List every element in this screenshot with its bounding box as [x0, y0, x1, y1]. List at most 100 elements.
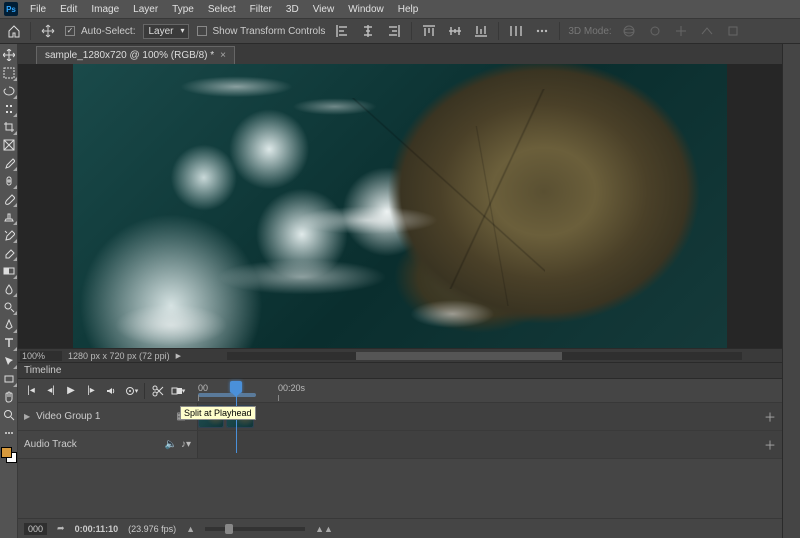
timecode[interactable]: 0:00:11:10	[75, 524, 119, 534]
audio-track-lane[interactable]: ＋	[198, 431, 782, 458]
document-image	[73, 64, 727, 348]
3d-mode-label: 3D Mode:	[568, 26, 611, 37]
menu-help[interactable]: Help	[392, 2, 425, 17]
menu-file[interactable]: File	[24, 2, 52, 17]
audio-track-header[interactable]: Audio Track 🔈 ♪▾	[18, 431, 198, 458]
timeline-settings-icon[interactable]: ▾	[122, 382, 140, 400]
brush-tool-icon[interactable]	[0, 190, 18, 208]
menu-select[interactable]: Select	[202, 2, 242, 17]
marquee-tool-icon[interactable]	[0, 64, 18, 82]
menu-filter[interactable]: Filter	[244, 2, 278, 17]
foreground-color-swatch[interactable]	[1, 447, 12, 458]
ruler-tick-1: 00:20s	[278, 383, 305, 393]
status-bar: 100% 1280 px x 720 px (72 ppi) ▶	[18, 348, 782, 362]
doc-info-caret-icon[interactable]: ▶	[176, 352, 181, 360]
document-tab[interactable]: sample_1280x720 @ 100% (RGB/8) * ×	[36, 46, 235, 64]
frame-counter[interactable]: 000	[24, 523, 47, 535]
menu-window[interactable]: Window	[342, 2, 390, 17]
align-hcenter-icon[interactable]	[359, 22, 377, 40]
gradient-tool-icon[interactable]	[0, 262, 18, 280]
menu-bar: Ps File Edit Image Layer Type Select Fil…	[0, 0, 800, 18]
blur-tool-icon[interactable]	[0, 280, 18, 298]
zoom-tool-icon[interactable]	[0, 406, 18, 424]
viewport[interactable]	[18, 64, 782, 348]
clone-stamp-tool-icon[interactable]	[0, 208, 18, 226]
type-tool-icon[interactable]	[0, 334, 18, 352]
menu-image[interactable]: Image	[85, 2, 125, 17]
distribute-h-icon[interactable]	[507, 22, 525, 40]
close-tab-icon[interactable]: ×	[220, 50, 226, 61]
path-selection-tool-icon[interactable]	[0, 352, 18, 370]
auto-select-label: Auto-Select:	[81, 26, 135, 37]
timeline-controls: |◂ ◂| ▶ |▸ ▾ ▾ 00 00:20s Split at Playhe…	[18, 379, 782, 403]
chevron-right-icon[interactable]: ▶	[24, 412, 30, 421]
align-left-edges-icon[interactable]	[333, 22, 351, 40]
tooltip: Split at Playhead	[180, 406, 256, 420]
align-top-edges-icon[interactable]	[420, 22, 438, 40]
add-media-icon[interactable]: ＋	[764, 408, 776, 425]
mute-audio-icon[interactable]	[102, 382, 120, 400]
menu-3d[interactable]: 3D	[280, 2, 305, 17]
timeline-tracks: ▶ Video Group 1 ▦▾ ＋ Audio Track 🔈 ♪▾	[18, 403, 782, 518]
auto-select-checkbox[interactable]	[65, 26, 75, 36]
render-icon[interactable]: ➦	[57, 523, 65, 534]
track-speaker-icon[interactable]: 🔈	[165, 439, 177, 450]
more-options-icon[interactable]	[533, 22, 551, 40]
align-bottom-edges-icon[interactable]	[472, 22, 490, 40]
canvas-area: 100% 1280 px x 720 px (72 ppi) ▶	[18, 44, 782, 362]
menu-edit[interactable]: Edit	[54, 2, 83, 17]
move-tool-indicator-icon[interactable]	[39, 22, 57, 40]
playhead-marker-icon[interactable]	[230, 381, 242, 393]
go-to-prev-frame-icon[interactable]: ◂|	[42, 382, 60, 400]
align-vcenter-icon[interactable]	[446, 22, 464, 40]
move-tool-icon[interactable]	[0, 46, 18, 64]
video-track-lane[interactable]: ＋	[198, 403, 782, 430]
playhead-line	[236, 393, 237, 453]
healing-brush-tool-icon[interactable]	[0, 172, 18, 190]
lasso-tool-icon[interactable]	[0, 82, 18, 100]
work-area-bar[interactable]	[198, 393, 256, 397]
options-bar: Auto-Select: Layer Show Transform Contro…	[0, 18, 800, 44]
transition-icon[interactable]: ▾	[169, 382, 187, 400]
menu-layer[interactable]: Layer	[127, 2, 164, 17]
play-icon[interactable]: ▶	[62, 382, 80, 400]
go-to-first-frame-icon[interactable]: |◂	[22, 382, 40, 400]
go-to-next-frame-icon[interactable]: |▸	[82, 382, 100, 400]
color-swatches[interactable]	[0, 446, 18, 464]
show-transform-group: Show Transform Controls	[197, 26, 326, 37]
eraser-tool-icon[interactable]	[0, 244, 18, 262]
video-group-label: Video Group 1	[36, 411, 100, 422]
h-scroll-thumb[interactable]	[356, 352, 562, 360]
timeline-zoom-slider[interactable]	[205, 527, 305, 531]
edit-toolbar-icon[interactable]	[0, 424, 18, 442]
right-panel-dock[interactable]	[782, 44, 800, 538]
menu-view[interactable]: View	[307, 2, 341, 17]
history-brush-tool-icon[interactable]	[0, 226, 18, 244]
split-at-playhead-icon[interactable]	[149, 382, 167, 400]
zoom-in-icon[interactable]: ▲▲	[315, 524, 333, 534]
fps-label: (23.976 fps)	[128, 524, 176, 534]
track-note-icon[interactable]: ♪▾	[181, 439, 191, 450]
video-group-header[interactable]: ▶ Video Group 1 ▦▾	[18, 403, 198, 430]
dodge-tool-icon[interactable]	[0, 298, 18, 316]
quick-selection-tool-icon[interactable]	[0, 100, 18, 118]
align-right-edges-icon[interactable]	[385, 22, 403, 40]
zoom-out-icon[interactable]: ▲	[186, 524, 195, 534]
zoom-field[interactable]: 100%	[20, 351, 62, 361]
add-audio-icon[interactable]: ＋	[764, 436, 776, 453]
crop-tool-icon[interactable]	[0, 118, 18, 136]
home-icon[interactable]	[6, 23, 22, 39]
frame-tool-icon[interactable]	[0, 136, 18, 154]
timeline-header: Timeline	[18, 363, 782, 379]
pen-tool-icon[interactable]	[0, 316, 18, 334]
rectangle-tool-icon[interactable]	[0, 370, 18, 388]
auto-select-dropdown[interactable]: Layer	[143, 24, 188, 39]
timeline-ruler[interactable]: 00 00:20s	[198, 379, 772, 403]
timeline-zoom-knob[interactable]	[225, 524, 233, 534]
show-transform-checkbox[interactable]	[197, 26, 207, 36]
menu-type[interactable]: Type	[166, 2, 200, 17]
eyedropper-tool-icon[interactable]	[0, 154, 18, 172]
hand-tool-icon[interactable]	[0, 388, 18, 406]
3d-slide-icon	[698, 22, 716, 40]
h-scrollbar[interactable]	[227, 352, 742, 360]
